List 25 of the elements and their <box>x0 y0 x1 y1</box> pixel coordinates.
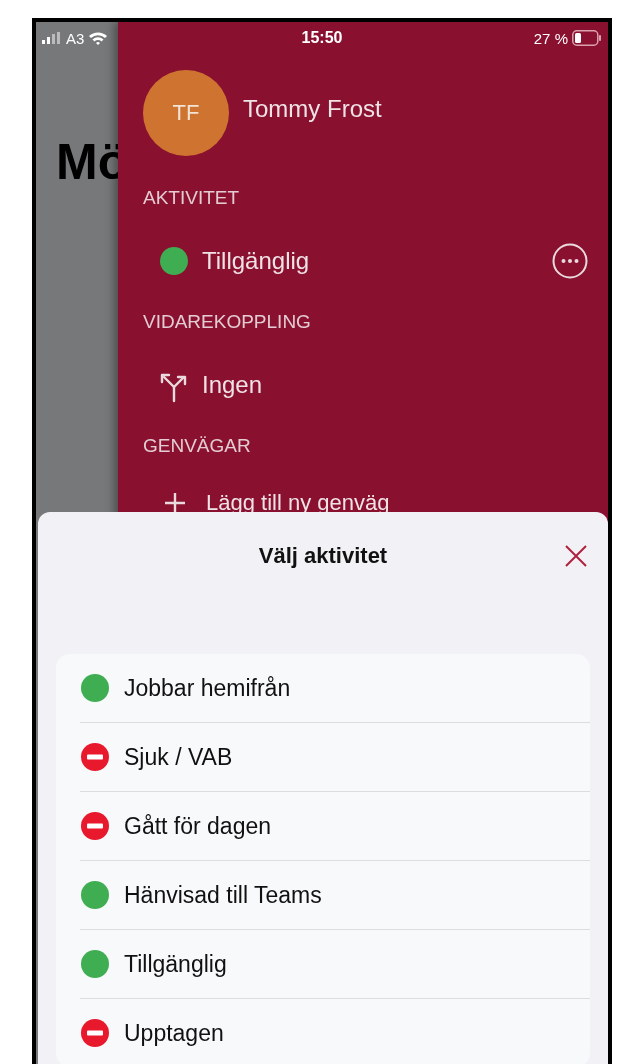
section-heading: AKTIVITET <box>143 187 241 210</box>
section-heading: GENVÄGAR <box>143 435 252 458</box>
plus-icon <box>163 491 187 515</box>
activity-option[interactable]: Upptagen <box>80 999 590 1064</box>
avatar: TF <box>143 70 229 156</box>
close-button[interactable] <box>564 544 588 568</box>
activity-option[interactable]: Gått för dagen <box>80 792 590 861</box>
activity-option[interactable]: Tillgänglig <box>80 930 590 999</box>
battery-percent: 27 % <box>533 29 568 47</box>
activity-option[interactable]: Sjuk / VAB <box>80 723 590 792</box>
activity-option[interactable]: Jobbar hemifrån <box>80 654 590 723</box>
wifi-icon <box>88 31 109 45</box>
section-heading: VIDAREKOPPLING <box>143 311 312 334</box>
clock-time: 15:50 <box>301 29 343 47</box>
more-button[interactable] <box>552 243 588 279</box>
activity-option[interactable]: Hänvisad till Teams <box>80 861 590 930</box>
signal-icon <box>42 32 62 44</box>
battery-icon <box>572 30 602 46</box>
sheet-title: Välj aktivitet <box>258 543 388 569</box>
forwarding-value: Ingen <box>202 371 263 399</box>
carrier-label: A3 <box>66 29 85 47</box>
close-icon <box>564 544 588 568</box>
status-label: Tillgänglig <box>202 247 311 275</box>
user-name: Tommy Frost <box>243 95 382 123</box>
more-icon <box>552 243 588 279</box>
